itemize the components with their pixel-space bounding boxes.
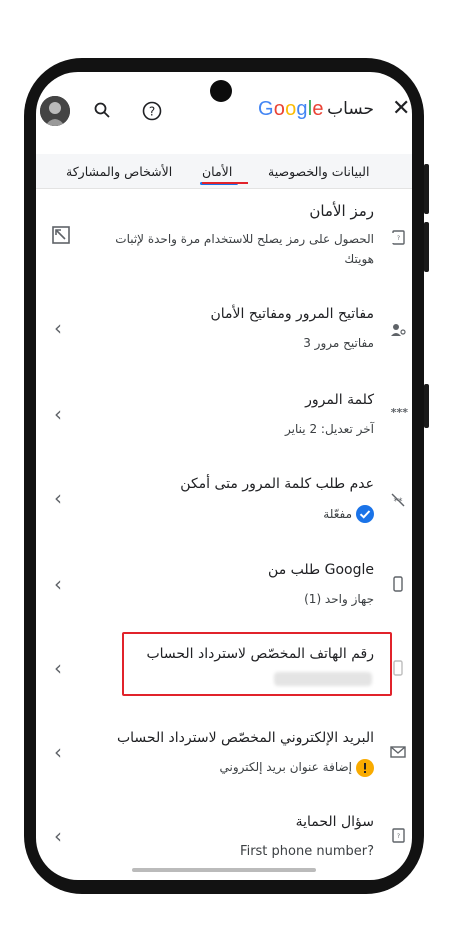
svg-text:?: ?	[397, 833, 400, 840]
security-question-icon: ?	[392, 828, 405, 843]
tab-security[interactable]: الأمان	[202, 164, 232, 179]
tab-people-sharing[interactable]: الأشخاص والمشاركة	[66, 164, 172, 179]
row-title: مفاتيح المرور ومفاتيح الأمان	[210, 306, 374, 322]
annotation-highlight-box	[122, 632, 392, 696]
row-subtitle: جهاز واحد (1)	[304, 592, 374, 606]
row-title: طلب من Google	[268, 562, 374, 578]
security-code-icon: ?	[391, 230, 405, 245]
front-camera	[210, 80, 232, 102]
row-subtitle: هويتك	[344, 252, 374, 266]
phone-icon	[393, 660, 403, 676]
home-indicator[interactable]	[132, 868, 316, 872]
phone-icon	[393, 576, 403, 592]
avatar[interactable]	[40, 96, 70, 126]
google-logo: Google	[258, 98, 324, 120]
passkey-icon	[391, 324, 406, 336]
row-subtitle: مفعّلة	[323, 507, 352, 521]
row-title: كلمة المرور	[305, 392, 374, 408]
page-title: حساب	[327, 99, 374, 119]
chevron-left-icon: ‹	[54, 824, 62, 848]
row-subtitle: إضافة عنوان بريد إلكتروني	[219, 760, 352, 774]
check-circle-icon	[356, 505, 374, 523]
volume-button	[424, 222, 429, 272]
chevron-left-icon: ‹	[54, 656, 62, 680]
volume-button	[424, 164, 429, 214]
row-subtitle: آخر تعديل: 2 يناير	[285, 422, 374, 436]
row-title: البريد الإلكتروني المخصّص لاسترداد الحسا…	[116, 730, 374, 746]
row-subtitle: First phone number?	[240, 844, 374, 859]
chevron-left-icon: ‹	[54, 316, 62, 340]
close-icon[interactable]: ✕	[392, 96, 410, 121]
password-off-icon: **	[391, 493, 405, 507]
svg-text:**: **	[394, 497, 404, 507]
chevron-left-icon: ‹	[54, 486, 62, 510]
warning-icon	[356, 759, 374, 777]
chevron-left-icon: ‹	[54, 740, 62, 764]
phone-screen: ✕ حساب Google ? البيانات والخصوصية الأما…	[36, 72, 412, 880]
row-title: سؤال الحماية	[295, 814, 374, 830]
row-subtitle: 3 مفاتيح مرور	[303, 336, 374, 350]
help-icon[interactable]: ?	[142, 101, 162, 121]
open-external-icon[interactable]	[52, 226, 70, 244]
chevron-left-icon: ‹	[54, 572, 62, 596]
chevron-left-icon: ‹	[54, 402, 62, 426]
password-icon: ***	[390, 406, 408, 419]
search-icon[interactable]	[94, 102, 110, 118]
power-button	[424, 384, 429, 428]
row-title: رمز الأمان	[309, 202, 374, 220]
email-icon	[390, 746, 406, 758]
tab-data-privacy[interactable]: البيانات والخصوصية	[268, 164, 369, 179]
row-title: عدم طلب كلمة المرور متى أمكن	[180, 476, 374, 492]
svg-text:?: ?	[397, 235, 400, 242]
annotation-underline	[202, 182, 248, 184]
row-subtitle: الحصول على رمز يصلح للاستخدام مرة واحدة …	[115, 232, 374, 246]
svg-text:?: ?	[149, 104, 155, 118]
